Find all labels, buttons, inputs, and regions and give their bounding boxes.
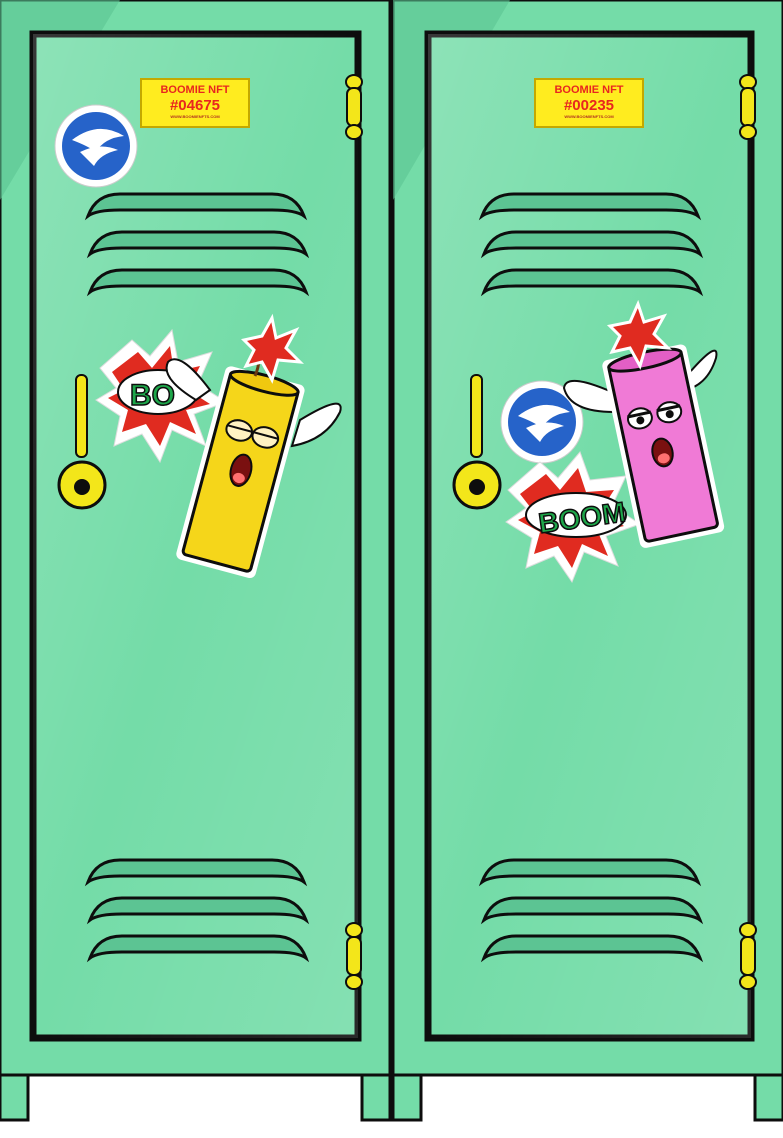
hinge-icon — [345, 74, 363, 140]
locker-name-plate: BOOMIE NFT #00235 WWW.BOOMIENFTS.COM — [534, 78, 644, 128]
locker-leg — [753, 1073, 783, 1122]
hinge-icon — [739, 922, 757, 990]
locker-right: BOOM — [391, 0, 783, 1122]
hinge-icon — [345, 922, 363, 990]
locker-leg — [360, 1073, 392, 1122]
vent-slots-top — [478, 192, 704, 297]
locker-scene: BO BOOM BOOMIE NFT #04675 WWW.BOOMIENFTS… — [0, 0, 783, 1133]
plate-number: #04675 — [169, 97, 221, 114]
vent-slots-bottom — [84, 858, 310, 963]
locker-name-plate: BOOMIE NFT #04675 WWW.BOOMIENFTS.COM — [140, 78, 250, 128]
hinge-icon — [739, 74, 757, 140]
locker-leg — [391, 1073, 423, 1122]
plate-url: WWW.BOOMIENFTS.COM — [170, 114, 220, 119]
plate-title: BOOMIE NFT — [554, 84, 624, 96]
plate-title: BOOMIE NFT — [160, 84, 230, 96]
locker-left: BO — [0, 0, 392, 1122]
locker-leg — [0, 1073, 30, 1122]
boom-sticker-text: BO — [130, 379, 175, 412]
plate-url: WWW.BOOMIENFTS.COM — [564, 114, 614, 119]
vent-slots-bottom — [478, 858, 704, 963]
plate-number: #00235 — [563, 97, 615, 114]
locker-illustration: BO BOOM — [0, 0, 783, 1122]
eagle-badge-icon — [54, 104, 138, 188]
vent-slots-top — [84, 192, 310, 297]
